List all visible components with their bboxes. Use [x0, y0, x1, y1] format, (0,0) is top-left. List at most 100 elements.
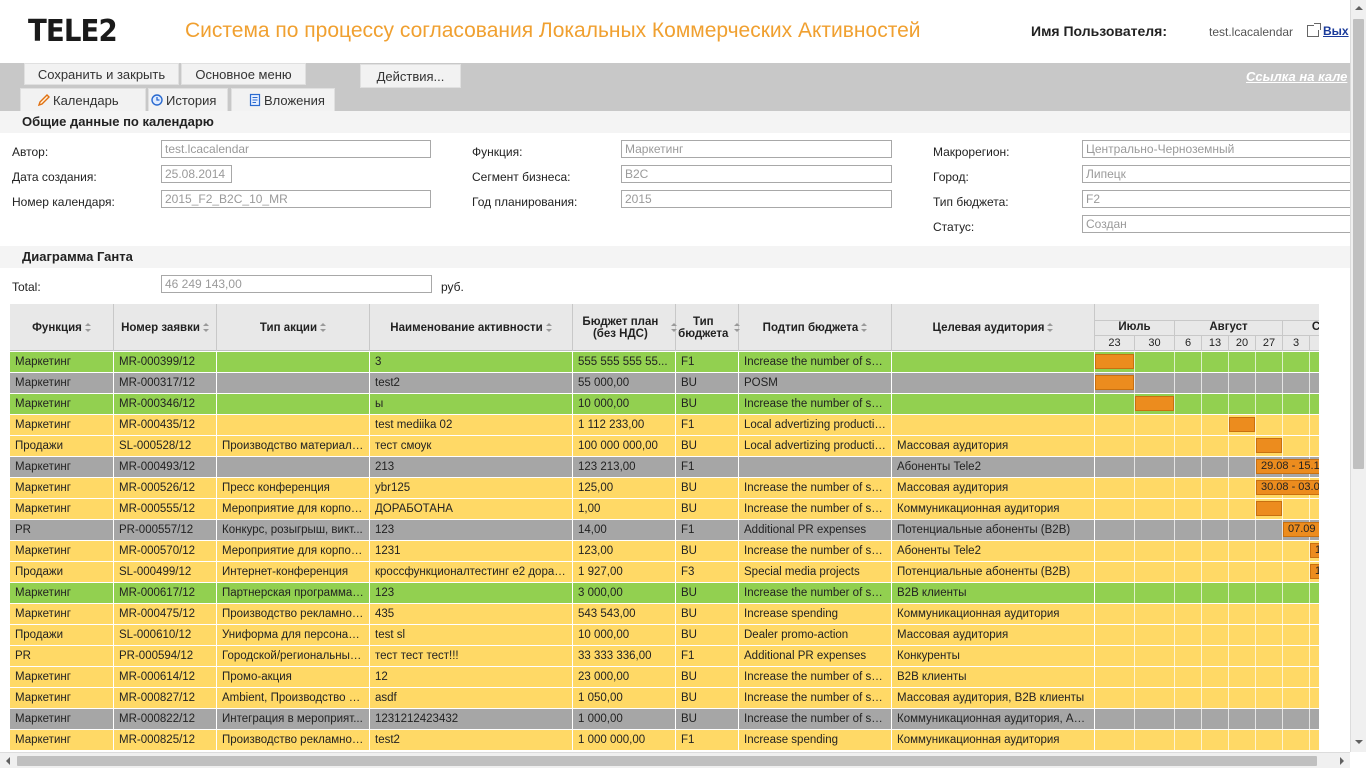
- week-header: 20: [1229, 335, 1256, 351]
- week-gridline: [1255, 730, 1256, 750]
- col-budget-plan-cell: 1,00: [573, 499, 676, 520]
- gantt-row[interactable]: Маркетинг MR-000555/12 Мероприятие для кор…: [10, 499, 1319, 520]
- gantt-row[interactable]: Маркетинг MR-000617/12 Партнерская програм…: [10, 583, 1319, 604]
- gantt-bar[interactable]: 1: [1310, 564, 1319, 579]
- gantt-bar[interactable]: [1229, 417, 1255, 432]
- gantt-bar[interactable]: [1256, 501, 1282, 516]
- author-field[interactable]: test.lcacalendar: [161, 140, 431, 158]
- gantt-bar[interactable]: 30.08 - 03.0: [1256, 480, 1319, 495]
- week-gridline: [1255, 541, 1256, 562]
- col-request-number-header[interactable]: Номер заявки: [114, 304, 217, 351]
- save-close-button[interactable]: Сохранить и закрыть: [24, 63, 179, 85]
- city-field[interactable]: Липецк: [1082, 165, 1350, 183]
- week-gridline: [1309, 436, 1310, 457]
- gantt-bar[interactable]: 29.08 - 15.1: [1256, 459, 1319, 474]
- budget-type-field[interactable]: F2: [1082, 190, 1350, 208]
- col-action-type-title: Тип акции: [259, 321, 318, 334]
- col-target-audience-cell: Массовая аудитория: [892, 625, 1095, 646]
- scroll-left-icon[interactable]: [0, 753, 16, 768]
- col-budget-plan-cell: 1 927,00: [573, 562, 676, 583]
- week-gridline: [1282, 562, 1283, 583]
- tab-history[interactable]: История: [148, 88, 228, 111]
- week-header: 13: [1202, 335, 1229, 351]
- function-field[interactable]: Маркетинг: [621, 140, 892, 158]
- gantt-row[interactable]: Маркетинг MR-000614/12 Промо-акция 12 23 000…: [10, 667, 1319, 688]
- sort-icon[interactable]: [320, 323, 327, 332]
- gantt-row[interactable]: PR PR-000557/12 Конкурс, розыгрыш, викт...…: [10, 520, 1319, 541]
- col-budget-type-cell: BU: [676, 436, 739, 457]
- created-date-field[interactable]: 25.08.2014: [161, 165, 232, 183]
- sort-icon[interactable]: [670, 323, 678, 332]
- gantt-row[interactable]: Маркетинг MR-000526/12 Пресс конференция yb…: [10, 478, 1319, 499]
- tab-attachments[interactable]: Вложения: [231, 88, 335, 111]
- gantt-bar[interactable]: 1: [1310, 543, 1319, 558]
- scroll-up-icon[interactable]: [1351, 0, 1366, 16]
- planning-year-field[interactable]: 2015: [621, 190, 892, 208]
- week-gridline: [1134, 730, 1135, 750]
- col-target-audience-cell: [892, 415, 1095, 436]
- col-function-cell: Маркетинг: [10, 604, 114, 625]
- col-action-type-header[interactable]: Тип акции: [217, 304, 370, 351]
- gantt-row[interactable]: Маркетинг MR-000475/12 Производство реклам…: [10, 604, 1319, 625]
- gantt-row[interactable]: Маркетинг MR-000827/12 Ambient, Производст…: [10, 688, 1319, 709]
- week-gridline: [1282, 667, 1283, 688]
- gantt-row[interactable]: Продажи SL-000528/12 Производство материал…: [10, 436, 1319, 457]
- segment-field[interactable]: B2C: [621, 165, 892, 183]
- col-budget-plan-header[interactable]: Бюджет план (без НДС): [573, 304, 678, 351]
- gantt-bar[interactable]: 07.09: [1283, 522, 1319, 537]
- horizontal-scrollbar[interactable]: [0, 752, 1350, 768]
- gantt-row[interactable]: Маркетинг MR-000822/12 Интеграция в меропр…: [10, 709, 1319, 730]
- gantt-bar[interactable]: [1095, 375, 1134, 390]
- col-budget-subtype-cell: POSM: [739, 373, 892, 394]
- gantt-row[interactable]: Маркетинг MR-000825/12 Производство реклам…: [10, 730, 1319, 750]
- gantt-bar[interactable]: [1095, 354, 1134, 369]
- col-action-type-cell: Пресс конференция: [217, 478, 370, 499]
- gantt-row[interactable]: Маркетинг MR-000493/12 213 123 213,00 F1 Абон…: [10, 457, 1319, 478]
- scroll-right-icon[interactable]: [1334, 753, 1350, 768]
- gantt-row[interactable]: Продажи SL-000499/12 Интернет-конференция к…: [10, 562, 1319, 583]
- sort-icon[interactable]: [733, 323, 741, 332]
- history-icon: [151, 94, 163, 106]
- gantt-row[interactable]: Маркетинг MR-000435/12 test mediika 02 1 11…: [10, 415, 1319, 436]
- exit-control[interactable]: Вых: [1307, 23, 1349, 38]
- scroll-down-icon[interactable]: [1351, 734, 1366, 750]
- gantt-row[interactable]: Маркетинг MR-000346/12 ы 10 000,00 BU Increas…: [10, 394, 1319, 415]
- gantt-row[interactable]: Маркетинг MR-000317/12 test2 55 000,00 BU POS…: [10, 373, 1319, 394]
- sort-icon[interactable]: [202, 323, 209, 332]
- gantt-row[interactable]: Маркетинг MR-000399/12 3 555 555 555 55... F…: [10, 352, 1319, 373]
- gantt-bar[interactable]: [1135, 396, 1174, 411]
- calendar-link[interactable]: Ссылка на кале: [1246, 69, 1347, 84]
- sort-icon[interactable]: [84, 323, 91, 332]
- col-activity-name-cell: test2: [370, 373, 573, 394]
- gantt-bar[interactable]: [1256, 438, 1282, 453]
- col-action-type-cell: [217, 394, 370, 415]
- actions-button[interactable]: Действия...: [360, 64, 461, 88]
- week-gridline: [1228, 583, 1229, 604]
- exit-link[interactable]: Вых: [1323, 24, 1349, 38]
- col-budget-type-header[interactable]: Тип бюджета: [676, 304, 741, 351]
- col-activity-name-header[interactable]: Наименование активности: [370, 304, 573, 351]
- sort-icon[interactable]: [1047, 323, 1054, 332]
- calendar-number-field[interactable]: 2015_F2_B2C_10_MR: [161, 190, 431, 208]
- col-budget-type-cell: BU: [676, 709, 739, 730]
- tele2-logo[interactable]: TELE2: [28, 14, 118, 49]
- tab-calendar[interactable]: Календарь: [20, 88, 146, 111]
- col-target-audience-header[interactable]: Целевая аудитория: [892, 304, 1095, 351]
- col-function-header[interactable]: Функция: [10, 304, 114, 351]
- vertical-scroll-thumb[interactable]: [1353, 19, 1364, 469]
- col-budget-subtype-header[interactable]: Подтип бюджета: [739, 304, 892, 351]
- macroregion-field[interactable]: Центрально-Черноземный: [1082, 140, 1350, 158]
- gantt-section-header: Диаграмма Ганта: [0, 246, 1350, 268]
- total-field[interactable]: 46 249 143,00: [161, 275, 432, 293]
- vertical-scrollbar[interactable]: [1350, 0, 1366, 752]
- week-gridline: [1228, 520, 1229, 541]
- week-gridline: [1201, 709, 1202, 730]
- gantt-row[interactable]: Маркетинг MR-000570/12 Мероприятие для кор…: [10, 541, 1319, 562]
- gantt-row[interactable]: Продажи SL-000610/12 Униформа для персонал…: [10, 625, 1319, 646]
- sort-icon[interactable]: [861, 323, 868, 332]
- horizontal-scroll-thumb[interactable]: [17, 756, 1317, 766]
- main-menu-button[interactable]: Основное меню: [181, 63, 306, 85]
- sort-icon[interactable]: [545, 323, 552, 332]
- gantt-row[interactable]: PR PR-000594/12 Городской/региональный... т…: [10, 646, 1319, 667]
- status-field[interactable]: Создан: [1082, 215, 1350, 233]
